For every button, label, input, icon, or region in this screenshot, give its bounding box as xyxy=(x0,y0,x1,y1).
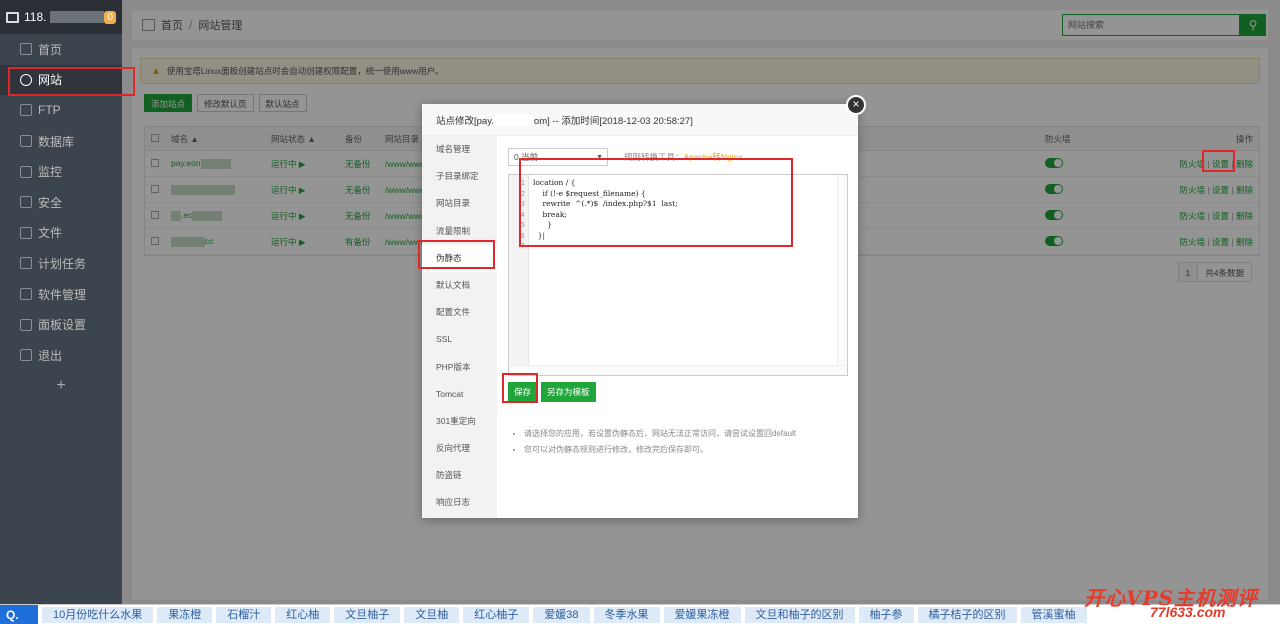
dialog-tabs: 域名管理 子目录绑定 网站目录 流量限制 伪静态 默认文档 配置文件 SSL P… xyxy=(422,136,497,518)
monitor-icon xyxy=(6,11,19,23)
highlight-rewrite-code xyxy=(519,158,793,247)
editor-vscroll[interactable] xyxy=(837,175,847,365)
sidebar-item-security[interactable]: 安全 xyxy=(0,187,122,218)
keyword-item[interactable]: 柚子参 xyxy=(858,606,914,623)
add-menu-button[interactable]: + xyxy=(0,377,122,395)
close-icon[interactable]: × xyxy=(846,95,866,115)
tab-config[interactable]: 配置文件 xyxy=(422,299,497,326)
editor-hscroll[interactable] xyxy=(509,365,847,375)
folder-icon xyxy=(20,226,32,239)
watermark-url: 77l633.com xyxy=(1150,604,1226,620)
tip-item: 您可以对伪静态规则进行修改，修改完后保存即可。 xyxy=(524,442,848,458)
keyword-item[interactable]: 10月份吃什么水果 xyxy=(42,606,154,623)
sidebar-item-home[interactable]: 首页 xyxy=(0,34,122,65)
keyword-item[interactable]: 文旦柚 xyxy=(404,606,460,623)
ftp-icon xyxy=(20,104,32,117)
save-as-template-button[interactable]: 另存为模板 xyxy=(541,382,596,402)
home-icon xyxy=(20,43,32,56)
keyword-item[interactable]: 红心柚子 xyxy=(463,606,530,623)
redaction xyxy=(493,113,534,126)
dialog-title: 站点修改[pay. om] -- 添加时间[2018-12-03 20:58:27… xyxy=(422,104,858,136)
keyword-item[interactable]: 文旦和柚子的区别 xyxy=(744,606,855,623)
calendar-icon xyxy=(20,257,32,270)
sidebar-item-ftp[interactable]: FTP xyxy=(0,95,122,126)
grid-icon xyxy=(20,288,32,301)
tab-subdir[interactable]: 子目录绑定 xyxy=(422,163,497,190)
tab-hotlink[interactable]: 防盗链 xyxy=(422,462,497,489)
logout-icon xyxy=(20,349,32,362)
sidebar-item-monitor[interactable]: 监控 xyxy=(0,156,122,187)
monitor-icon xyxy=(20,165,32,178)
tab-default-doc[interactable]: 默认文档 xyxy=(422,272,497,299)
tips-list: 请选择您的应用，若设置伪静态后，网站无法正常访问，请尝试设置回default 您… xyxy=(508,426,848,458)
tip-item: 请选择您的应用，若设置伪静态后，网站无法正常访问，请尝试设置回default xyxy=(524,426,848,442)
tab-logs[interactable]: 响应日志 xyxy=(422,489,497,516)
keyword-item[interactable]: 管溪蜜柚 xyxy=(1020,606,1087,623)
gear-icon xyxy=(20,318,32,331)
highlight-save-button xyxy=(502,373,538,403)
sidebar-item-settings[interactable]: 面板设置 xyxy=(0,309,122,340)
sidebar-item-files[interactable]: 文件 xyxy=(0,218,122,249)
sidebar-item-software[interactable]: 软件管理 xyxy=(0,279,122,310)
database-icon xyxy=(20,135,32,148)
tab-site-dir[interactable]: 网站目录 xyxy=(422,190,497,217)
keyword-item[interactable]: 石榴汁 xyxy=(216,606,272,623)
server-header[interactable]: 118. 0 xyxy=(0,0,122,34)
tab-redirect[interactable]: 301重定向 xyxy=(422,408,497,435)
keyword-item[interactable]: 冬季水果 xyxy=(593,606,660,623)
keyword-item[interactable]: 红心柚 xyxy=(275,606,331,623)
tab-domain[interactable]: 域名管理 xyxy=(422,136,497,163)
sidebar-item-database[interactable]: 数据库 xyxy=(0,126,122,157)
highlight-website-menu xyxy=(8,67,135,96)
shield-icon xyxy=(20,196,32,209)
keyword-item[interactable]: 爱媛38 xyxy=(533,606,590,623)
sidebar-item-logout[interactable]: 退出 xyxy=(0,340,122,371)
tab-proxy[interactable]: 反向代理 xyxy=(422,435,497,462)
keyword-item[interactable]: 果冻橙 xyxy=(157,606,213,623)
tab-php[interactable]: PHP版本 xyxy=(422,354,497,381)
search-icon[interactable]: Q. xyxy=(0,604,38,624)
tab-tomcat[interactable]: Tomcat xyxy=(422,381,497,408)
ip-redaction xyxy=(50,11,105,23)
tab-ssl[interactable]: SSL xyxy=(422,326,497,353)
keyword-item[interactable]: 文旦柚子 xyxy=(334,606,401,623)
highlight-settings-link xyxy=(1202,150,1235,172)
server-ip: 118. xyxy=(23,10,47,24)
keyword-item[interactable]: 橘子桔子的区别 xyxy=(917,606,1017,623)
highlight-rewrite-tab xyxy=(418,240,495,269)
message-badge[interactable]: 0 xyxy=(104,10,116,24)
keyword-item[interactable]: 爱媛果冻橙 xyxy=(663,606,741,623)
sidebar-item-cron[interactable]: 计划任务 xyxy=(0,248,122,279)
